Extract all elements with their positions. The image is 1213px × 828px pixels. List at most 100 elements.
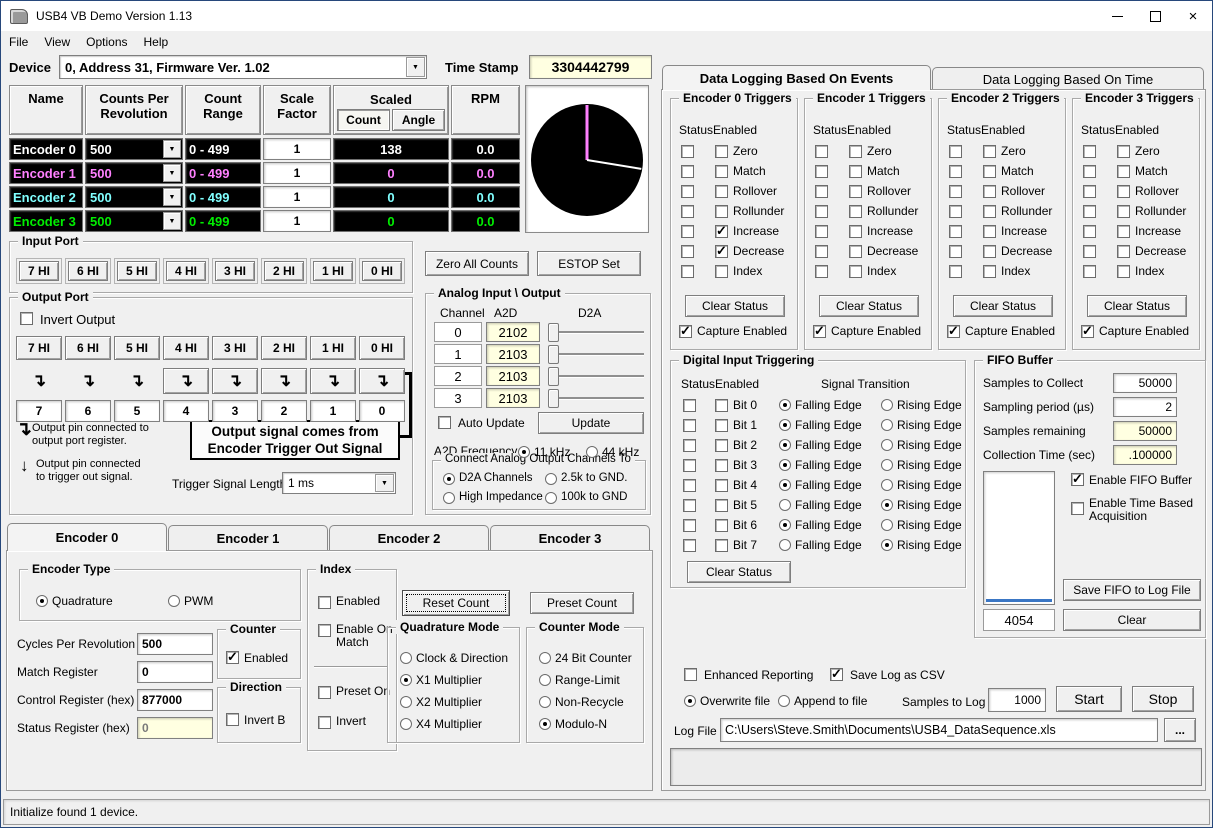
status-checkbox-rollover[interactable] (1083, 185, 1096, 198)
enabled-checkbox-match[interactable] (983, 165, 996, 178)
digital-status-checkbox-5[interactable] (683, 499, 696, 512)
menu-file[interactable]: File (1, 32, 36, 52)
a2d-value-1[interactable]: 2103 (486, 344, 540, 364)
corner-down-arrow-icon[interactable]: ↴ (310, 368, 356, 394)
input-port-button-4-hi[interactable]: 4 HI (166, 261, 206, 281)
falling-edge-radio-7[interactable] (779, 539, 791, 551)
enhanced-reporting-checkbox[interactable] (684, 668, 697, 681)
input-port-button-3-hi[interactable]: 3 HI (215, 261, 255, 281)
index-checkbox-enabled[interactable] (318, 596, 331, 609)
output-port-button-1-hi[interactable]: 1 HI (310, 336, 356, 360)
output-port-button-3-hi[interactable]: 3 HI (212, 336, 258, 360)
digital-enabled-checkbox-3[interactable] (715, 459, 728, 472)
radio-11khz[interactable] (518, 446, 530, 458)
scale-factor-input-0[interactable]: 1 (263, 138, 331, 160)
digital-enabled-checkbox-2[interactable] (715, 439, 728, 452)
status-checkbox-match[interactable] (815, 165, 828, 178)
clear-status-button-encoder-0[interactable]: Clear Status (685, 295, 785, 317)
dropdown-arrow-icon[interactable]: ▼ (375, 474, 394, 492)
log-file-input[interactable]: C:\Users\Steve.Smith\Documents\USB4_Data… (720, 718, 1158, 742)
status-checkbox-index[interactable] (681, 265, 694, 278)
enabled-checkbox-match[interactable] (849, 165, 862, 178)
enabled-checkbox-increase[interactable] (849, 225, 862, 238)
capture-enabled-checkbox-encoder-0[interactable] (679, 325, 692, 338)
enabled-checkbox-rollunder[interactable] (1117, 205, 1130, 218)
dropdown-arrow-icon[interactable]: ▼ (163, 188, 181, 206)
digital-clear-status-button[interactable]: Clear Status (687, 561, 791, 583)
falling-edge-radio-6[interactable] (779, 519, 791, 531)
falling-edge-radio-2[interactable] (779, 439, 791, 451)
field-input-match-register[interactable]: 0 (137, 661, 213, 683)
capture-enabled-checkbox-encoder-2[interactable] (947, 325, 960, 338)
digital-status-checkbox-3[interactable] (683, 459, 696, 472)
invert-b-checkbox[interactable] (226, 713, 239, 726)
save-fifo-button[interactable]: Save FIFO to Log File (1063, 579, 1201, 601)
falling-edge-radio-1[interactable] (779, 419, 791, 431)
index-checkbox-preset-on[interactable] (318, 686, 331, 699)
rising-edge-radio-2[interactable] (881, 439, 893, 451)
corner-down-arrow-icon[interactable]: ↴ (359, 368, 405, 394)
clear-status-button-encoder-2[interactable]: Clear Status (953, 295, 1053, 317)
digital-status-checkbox-2[interactable] (683, 439, 696, 452)
status-checkbox-rollunder[interactable] (949, 205, 962, 218)
status-checkbox-index[interactable] (815, 265, 828, 278)
estop-set-button[interactable]: ESTOP Set (537, 251, 641, 276)
device-select[interactable]: 0, Address 31, Firmware Ver. 1.02 ▼ (59, 55, 427, 79)
cpr-select-1[interactable]: 500▼ (85, 162, 183, 184)
cpr-select-3[interactable]: 500▼ (85, 210, 183, 232)
d2a-slider-3[interactable] (548, 388, 644, 408)
enabled-checkbox-rollunder[interactable] (983, 205, 996, 218)
output-port-button-6-hi[interactable]: 6 HI (65, 336, 111, 360)
enabled-checkbox-rollover[interactable] (1117, 185, 1130, 198)
radio-high-impedance[interactable] (443, 492, 455, 504)
output-port-button-4-hi[interactable]: 4 HI (163, 336, 209, 360)
radio-clock-direction[interactable] (400, 652, 412, 664)
field-input-control-register-hex[interactable]: 877000 (137, 689, 213, 711)
input-port-button-5-hi[interactable]: 5 HI (117, 261, 157, 281)
radio-24-bit-counter[interactable] (539, 652, 551, 664)
corner-down-arrow-icon[interactable]: ↴ (163, 368, 209, 394)
rising-edge-radio-1[interactable] (881, 419, 893, 431)
input-port-button-1-hi[interactable]: 1 HI (313, 261, 353, 281)
append-file-radio[interactable] (778, 695, 790, 707)
enabled-checkbox-index[interactable] (983, 265, 996, 278)
save-log-csv-checkbox[interactable] (830, 668, 843, 681)
start-button[interactable]: Start (1056, 686, 1122, 712)
status-checkbox-increase[interactable] (815, 225, 828, 238)
status-checkbox-zero[interactable] (1083, 145, 1096, 158)
tab-encoder-2[interactable]: Encoder 2 (329, 525, 489, 551)
tab-data-logging-time[interactable]: Data Logging Based On Time (932, 67, 1204, 90)
input-port-button-7-hi[interactable]: 7 HI (19, 261, 59, 281)
falling-edge-radio-3[interactable] (779, 459, 791, 471)
invert-output-checkbox[interactable] (20, 312, 33, 325)
cpr-select-2[interactable]: 500▼ (85, 186, 183, 208)
enabled-checkbox-match[interactable] (715, 165, 728, 178)
output-port-button-5-hi[interactable]: 5 HI (114, 336, 160, 360)
slider-thumb[interactable] (548, 389, 559, 408)
menu-view[interactable]: View (36, 32, 78, 52)
enabled-checkbox-zero[interactable] (983, 145, 996, 158)
status-checkbox-index[interactable] (949, 265, 962, 278)
output-pin-value-3[interactable]: 3 (212, 400, 258, 422)
scaled-count-button[interactable]: Count (337, 109, 390, 131)
scale-factor-input-3[interactable]: 1 (263, 210, 331, 232)
falling-edge-radio-5[interactable] (779, 499, 791, 511)
scaled-angle-button[interactable]: Angle (392, 109, 445, 131)
slider-thumb[interactable] (548, 367, 559, 386)
a2d-value-0[interactable]: 2102 (486, 322, 540, 342)
status-checkbox-match[interactable] (681, 165, 694, 178)
status-checkbox-match[interactable] (949, 165, 962, 178)
enabled-checkbox-decrease[interactable] (849, 245, 862, 258)
digital-enabled-checkbox-1[interactable] (715, 419, 728, 432)
radio-quadrature[interactable] (36, 595, 48, 607)
enabled-checkbox-increase[interactable] (715, 225, 728, 238)
rising-edge-radio-0[interactable] (881, 399, 893, 411)
radio-pwm[interactable] (168, 595, 180, 607)
enabled-checkbox-decrease[interactable] (983, 245, 996, 258)
radio-x4-multiplier[interactable] (400, 718, 412, 730)
digital-enabled-checkbox-5[interactable] (715, 499, 728, 512)
d2a-slider-0[interactable] (548, 322, 644, 342)
status-checkbox-increase[interactable] (949, 225, 962, 238)
capture-enabled-checkbox-encoder-3[interactable] (1081, 325, 1094, 338)
clear-status-button-encoder-3[interactable]: Clear Status (1087, 295, 1187, 317)
